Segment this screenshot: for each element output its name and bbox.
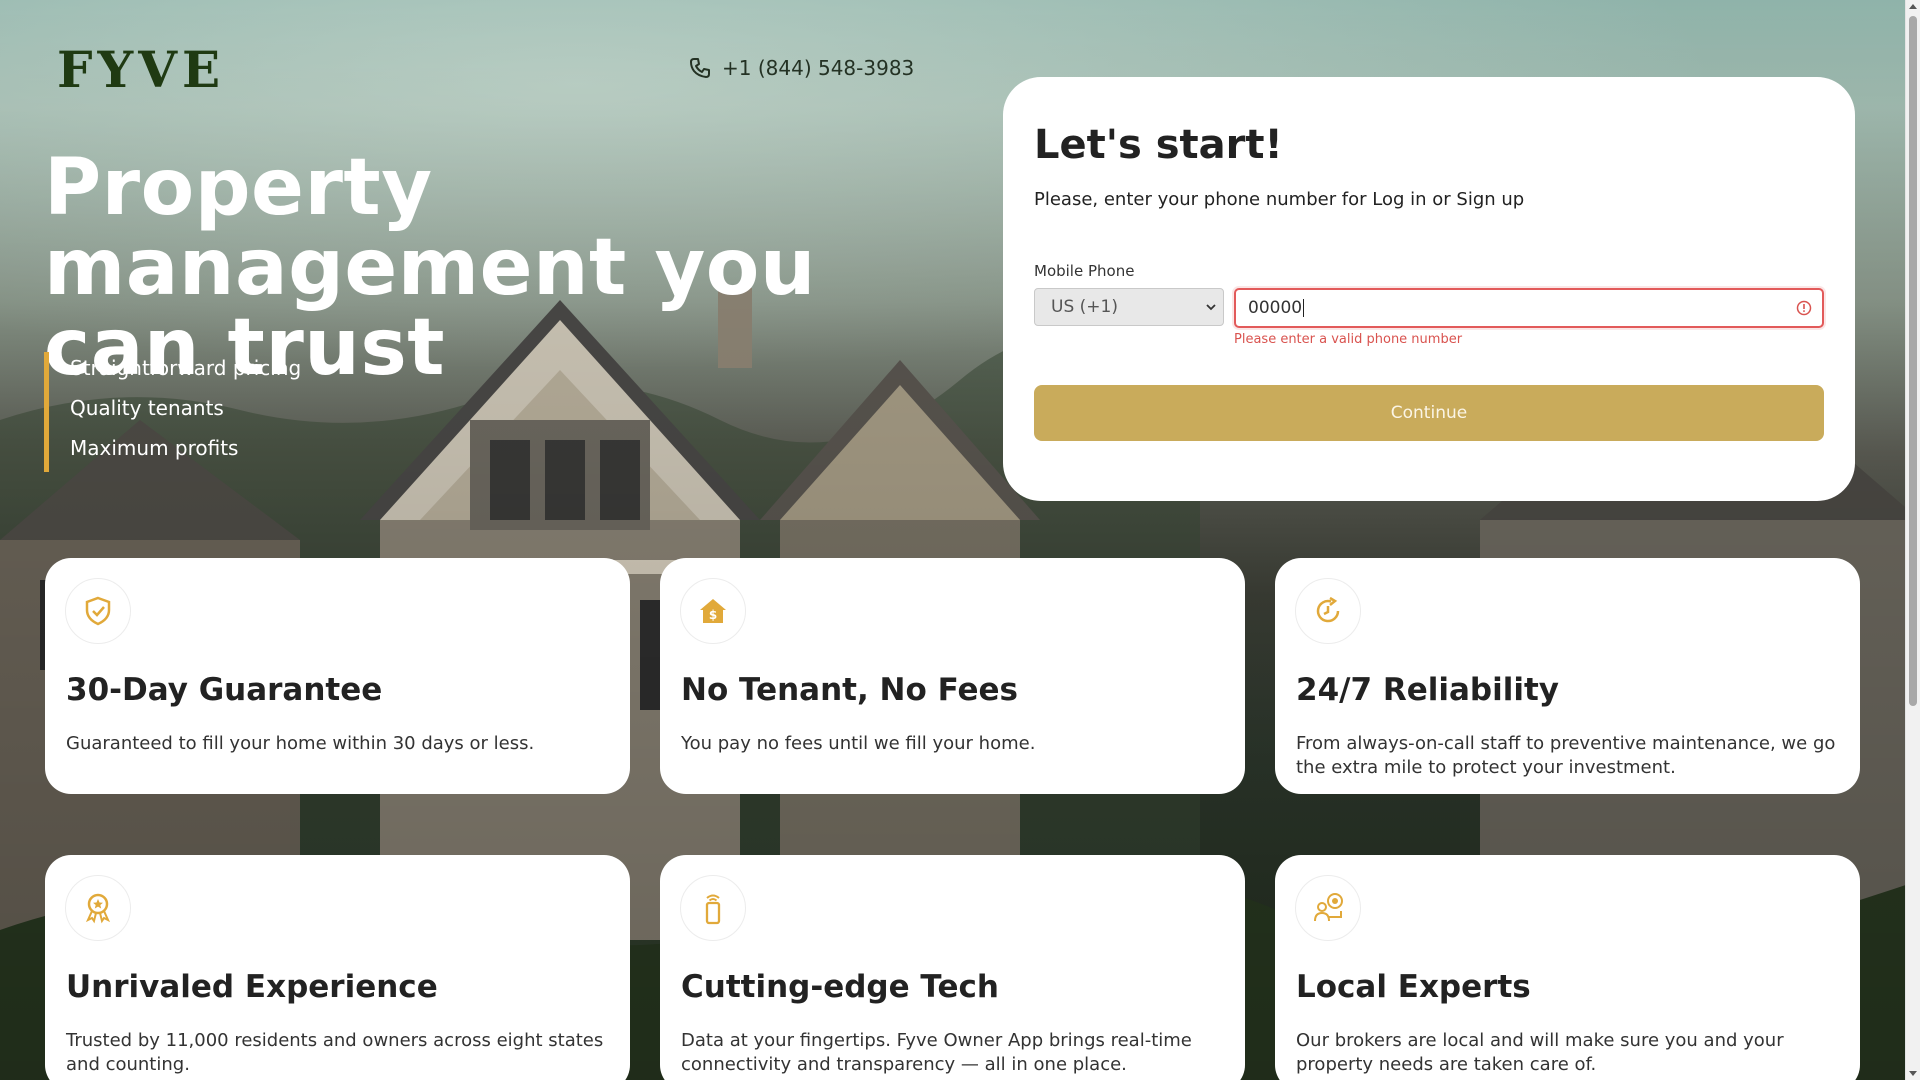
experts-chat-icon [1295,875,1361,941]
feature-text: Guaranteed to fill your home within 30 d… [66,733,535,754]
phone-number: +1 (844) 548-3983 [722,56,915,80]
feature-title: Local Experts [1296,969,1531,1005]
hero-bullet: Straightforward pricing [70,356,302,380]
feature-card: Local Experts Our brokers are local and … [1275,855,1860,1080]
country-code-value: US (+1) [1051,297,1118,317]
hero-bullets: Straightforward pricing Quality tenants … [44,352,301,472]
feature-title: Unrivaled Experience [66,969,438,1005]
error-icon [1796,300,1812,316]
chevron-down-icon [1206,304,1216,311]
continue-button[interactable]: Continue [1034,385,1824,441]
mobile-signal-icon [680,875,746,941]
feature-text: Our brokers are local and will make sure… [1296,1030,1784,1075]
login-subtitle: Please, enter your phone number for Log … [1034,189,1525,210]
clock-cycle-icon [1295,578,1361,644]
feature-title: 30-Day Guarantee [66,672,383,708]
scroll-up-arrow-icon[interactable] [1909,4,1917,9]
feature-card: Cutting-edge Tech Data at your fingertip… [660,855,1245,1080]
svg-text:$: $ [709,608,717,622]
hero-bullet: Quality tenants [70,396,224,420]
phone-error-message: Please enter a valid phone number [1234,332,1463,347]
mobile-phone-label: Mobile Phone [1034,262,1135,280]
feature-text: Data at your fingertips. Fyve Owner App … [681,1030,1192,1075]
feature-title: No Tenant, No Fees [681,672,1018,708]
page-scrollbar[interactable] [1905,0,1920,1080]
feature-text: Trusted by 11,000 residents and owners a… [66,1030,604,1075]
feature-title: 24/7 Reliability [1296,672,1559,708]
feature-card: $ No Tenant, No Fees You pay no fees unt… [660,558,1245,794]
header-phone[interactable]: +1 (844) 548-3983 [688,56,914,80]
login-card: Let's start! Please, enter your phone nu… [1003,77,1855,501]
feature-card: 24/7 Reliability From always-on-call sta… [1275,558,1860,794]
feature-text: From always-on-call staff to preventive … [1296,733,1836,778]
shield-check-icon [65,578,131,644]
phone-number-input[interactable]: 00000 [1234,288,1824,328]
country-code-select[interactable]: US (+1) [1034,288,1224,326]
feature-title: Cutting-edge Tech [681,969,999,1005]
scroll-down-arrow-icon[interactable] [1909,1071,1917,1076]
fyve-logo[interactable]: FYVE [57,40,225,99]
award-ribbon-icon [65,875,131,941]
feature-card: 30-Day Guarantee Guaranteed to fill your… [45,558,630,794]
feature-text: You pay no fees until we fill your home. [681,733,1036,754]
login-title: Let's start! [1034,122,1283,168]
phone-number-value: 00000 [1248,298,1303,318]
scrollbar-thumb[interactable] [1909,16,1917,706]
phone-icon [688,56,712,80]
feature-card: Unrivaled Experience Trusted by 11,000 r… [45,855,630,1080]
house-dollar-icon: $ [680,578,746,644]
hero-bullet: Maximum profits [70,436,239,460]
